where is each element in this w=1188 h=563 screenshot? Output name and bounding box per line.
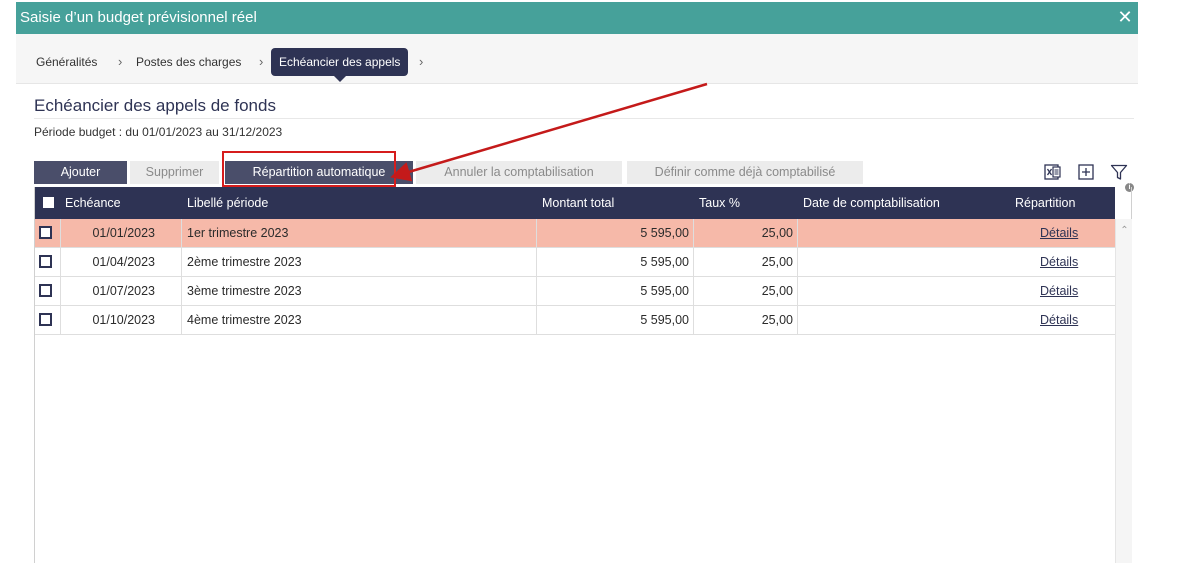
cell-divider: [181, 219, 182, 247]
select-all-checkbox[interactable]: [43, 197, 54, 208]
cell-libelle: 1er trimestre 2023: [187, 226, 289, 240]
table-row[interactable]: 01/04/2023 2ème trimestre 2023 5 595,00 …: [35, 248, 1115, 277]
table-row[interactable]: 01/10/2023 4ème trimestre 2023 5 595,00 …: [35, 306, 1115, 335]
page-title: Echéancier des appels de fonds: [34, 96, 276, 115]
cell-divider: [797, 248, 798, 276]
cell-taux: 25,00: [761, 226, 793, 240]
chevron-right-icon: ›: [259, 54, 264, 69]
column-header-montant[interactable]: Montant total: [542, 187, 614, 219]
chevron-up-icon[interactable]: ⌃: [1116, 225, 1133, 237]
cell-echeance: 01/07/2023: [92, 284, 155, 298]
add-button[interactable]: Ajouter: [34, 161, 127, 184]
cell-divider: [181, 277, 182, 305]
cell-libelle: 2ème trimestre 2023: [187, 255, 302, 269]
column-header-repartition[interactable]: Répartition: [1015, 187, 1075, 219]
column-header-taux[interactable]: Taux %: [699, 187, 740, 219]
cell-divider: [797, 306, 798, 334]
column-header-date-comptabilisation[interactable]: Date de comptabilisation: [803, 187, 940, 219]
table-row[interactable]: 01/07/2023 3ème trimestre 2023 5 595,00 …: [35, 277, 1115, 306]
cell-divider: [797, 277, 798, 305]
table-header: Echéance Libellé période Montant total T…: [35, 187, 1115, 219]
mark-accounted-button[interactable]: Définir comme déjà comptabilisé: [627, 161, 863, 184]
cell-montant: 5 595,00: [640, 313, 689, 327]
window-title: Saisie d’un budget prévisionnel réel: [20, 9, 257, 26]
close-icon[interactable]: ✕: [1116, 6, 1134, 28]
cell-montant: 5 595,00: [640, 226, 689, 240]
breadcrumb-item-postes-charges[interactable]: Postes des charges: [136, 48, 241, 76]
breadcrumb-item-echeancier[interactable]: Echéancier des appels: [271, 48, 409, 82]
budget-period: Période budget : du 01/01/2023 au 31/12/…: [34, 125, 283, 139]
details-link[interactable]: Détails: [1040, 277, 1078, 305]
row-checkbox[interactable]: [39, 313, 52, 326]
title-bar: Saisie d’un budget prévisionnel réel ✕: [16, 2, 1138, 34]
cell-divider: [181, 306, 182, 334]
filter-icon[interactable]: [1110, 163, 1128, 181]
payment-schedule-table: Echéance Libellé période Montant total T…: [34, 187, 1132, 563]
details-link[interactable]: Détails: [1040, 306, 1078, 334]
row-checkbox[interactable]: [39, 226, 52, 239]
budget-entry-window: Saisie d’un budget prévisionnel réel ✕ G…: [16, 2, 1138, 563]
vertical-scrollbar[interactable]: ⌃: [1115, 219, 1132, 563]
expand-icon[interactable]: [1077, 163, 1095, 181]
row-checkbox[interactable]: [39, 255, 52, 268]
chevron-right-icon: ›: [419, 54, 424, 69]
cell-taux: 25,00: [761, 313, 793, 327]
column-header-libelle[interactable]: Libellé période: [187, 187, 268, 219]
excel-export-icon[interactable]: [1044, 163, 1062, 181]
cell-echeance: 01/10/2023: [92, 313, 155, 327]
table-row[interactable]: 01/01/2023 1er trimestre 2023 5 595,00 2…: [35, 219, 1115, 248]
auto-split-button[interactable]: Répartition automatique: [225, 161, 413, 184]
details-link[interactable]: Détails: [1040, 248, 1078, 276]
delete-button[interactable]: Supprimer: [130, 161, 219, 184]
chevron-right-icon: ›: [118, 54, 123, 69]
cell-libelle: 4ème trimestre 2023: [187, 313, 302, 327]
breadcrumb-item-generalites[interactable]: Généralités: [36, 48, 97, 76]
row-checkbox[interactable]: [39, 284, 52, 297]
column-header-echeance[interactable]: Echéance: [65, 187, 121, 219]
cell-montant: 5 595,00: [640, 255, 689, 269]
cell-taux: 25,00: [761, 284, 793, 298]
cell-taux: 25,00: [761, 255, 793, 269]
cancel-accounting-button[interactable]: Annuler la comptabilisation: [416, 161, 622, 184]
details-link[interactable]: Détails: [1040, 219, 1078, 247]
cell-libelle: 3ème trimestre 2023: [187, 284, 302, 298]
cell-montant: 5 595,00: [640, 284, 689, 298]
cell-divider: [181, 248, 182, 276]
breadcrumb: Généralités › Postes des charges › Echéa…: [16, 34, 1138, 84]
cell-divider: [797, 219, 798, 247]
divider: [34, 118, 1134, 119]
cell-echeance: 01/04/2023: [92, 255, 155, 269]
cell-echeance: 01/01/2023: [92, 226, 155, 240]
